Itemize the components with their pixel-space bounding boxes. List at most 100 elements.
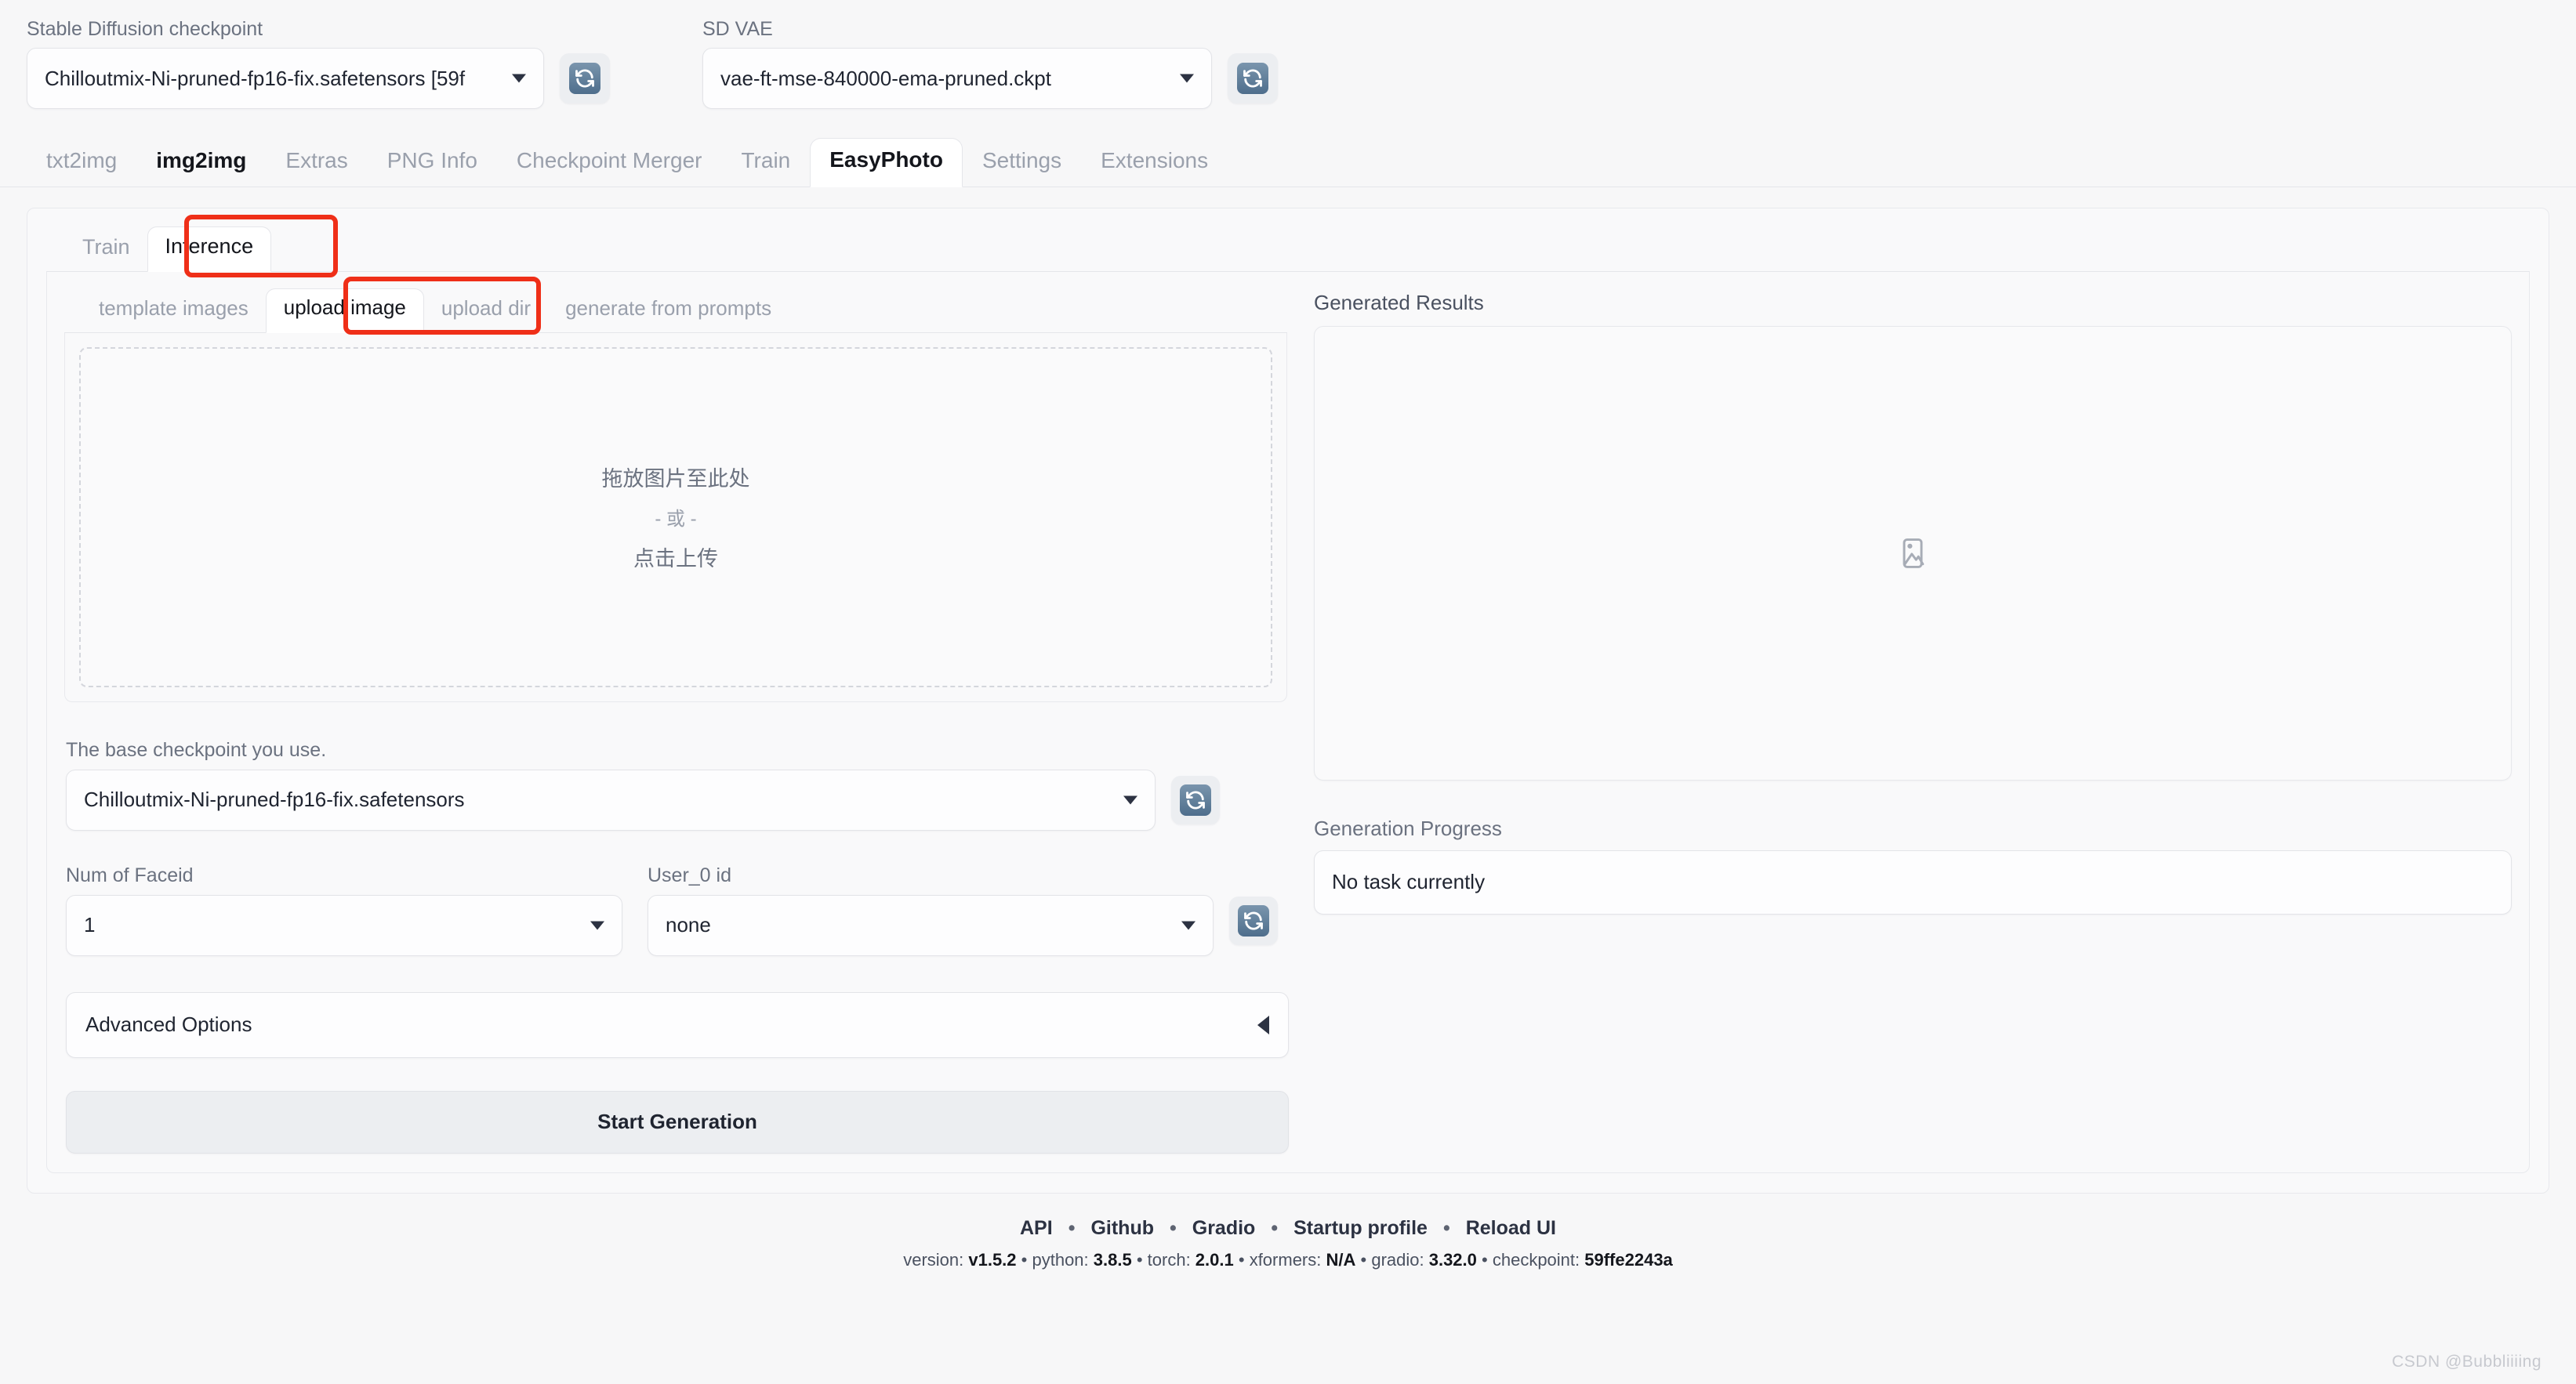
image-dropzone[interactable]: 拖放图片至此处 - 或 - 点击上传 xyxy=(79,346,1272,687)
imgtab-generate-from-prompts[interactable]: generate from prompts xyxy=(548,290,789,333)
generation-progress-value: No task currently xyxy=(1332,870,1486,894)
footer-separator: • xyxy=(1360,1249,1367,1270)
tab-extras[interactable]: Extras xyxy=(266,139,367,187)
footer-link-api[interactable]: API xyxy=(1007,1217,1065,1240)
base-checkpoint-label: The base checkpoint you use. xyxy=(66,738,327,761)
image-placeholder-icon xyxy=(1896,536,1930,571)
footer-links: API • Github • Gradio • Startup profile … xyxy=(0,1217,2576,1240)
gradio-key: gradio: xyxy=(1371,1249,1429,1270)
footer-separator: • xyxy=(1136,1249,1143,1270)
image-source-tab-bar: template images upload image upload dir … xyxy=(64,276,1287,335)
advanced-options-label: Advanced Options xyxy=(85,1013,252,1037)
checkpoint-toolbar: Stable Diffusion checkpoint Chilloutmix-… xyxy=(0,0,2576,109)
num-faceid-label: Num of Faceid xyxy=(66,864,194,886)
watermark: CSDN @Bubbliiiing xyxy=(2392,1353,2542,1371)
faceid-user-row: Num of Faceid 1 User_0 id none xyxy=(66,864,1286,956)
tab-train[interactable]: Train xyxy=(721,139,810,187)
checkpoint-val: 59ffe2243a xyxy=(1584,1249,1673,1270)
base-checkpoint-value: Chilloutmix-Ni-pruned-fp16-fix.safetenso… xyxy=(84,788,465,812)
tab-png-info[interactable]: PNG Info xyxy=(368,139,497,187)
triangle-left-icon xyxy=(1257,1015,1269,1034)
generation-progress-label: Generation Progress xyxy=(1314,816,1502,840)
footer-separator: • xyxy=(1271,1216,1279,1239)
tab-txt2img[interactable]: txt2img xyxy=(27,139,136,187)
footer-link-github[interactable]: Github xyxy=(1078,1217,1166,1240)
easyphoto-sub-tab-bar: Train Inference xyxy=(46,214,2530,277)
sd-checkpoint-value: Chilloutmix-Ni-pruned-fp16-fix.safetenso… xyxy=(45,66,466,90)
inference-form: The base checkpoint you use. Chilloutmix… xyxy=(64,738,1289,1154)
sd-checkpoint-dropdown[interactable]: Chilloutmix-Ni-pruned-fp16-fix.safetenso… xyxy=(27,48,544,109)
footer-link-gradio[interactable]: Gradio xyxy=(1180,1217,1268,1240)
faceid-user-labels-and-fields: Num of Faceid 1 User_0 id none xyxy=(66,864,1286,956)
subtab-train[interactable]: Train xyxy=(65,228,147,272)
chevron-down-icon xyxy=(590,921,604,930)
start-generation-button[interactable]: Start Generation xyxy=(66,1090,1289,1154)
user-id-refresh-button[interactable] xyxy=(1229,896,1278,945)
tab-extensions[interactable]: Extensions xyxy=(1081,139,1228,187)
sd-checkpoint-refresh-button[interactable] xyxy=(560,53,610,103)
version-key: version: xyxy=(903,1249,969,1270)
xformers-key: xformers: xyxy=(1249,1249,1326,1270)
chevron-down-icon xyxy=(1181,921,1195,930)
user-0-id-value: none xyxy=(666,913,711,937)
advanced-options-accordion[interactable]: Advanced Options xyxy=(66,991,1289,1058)
user-0-id-group: User_0 id none xyxy=(648,864,1214,956)
sd-vae-refresh-button[interactable] xyxy=(1228,53,1278,103)
sd-vae-label: SD VAE xyxy=(702,18,773,40)
inference-panel: template images upload image upload dir … xyxy=(46,271,2530,1173)
subtab-inference[interactable]: Inference xyxy=(147,226,272,272)
start-generation-label: Start Generation xyxy=(597,1110,757,1134)
tab-checkpoint-merger[interactable]: Checkpoint Merger xyxy=(497,139,722,187)
refresh-icon xyxy=(1238,904,1269,937)
footer-separator: • xyxy=(1238,1249,1245,1270)
footer-separator: • xyxy=(1169,1216,1177,1239)
chevron-down-icon xyxy=(1180,74,1194,83)
generated-results-title: Generated Results xyxy=(1314,290,1484,314)
footer-separator: • xyxy=(1068,1216,1076,1239)
sd-checkpoint-label: Stable Diffusion checkpoint xyxy=(27,18,263,40)
gradio-val: 3.32.0 xyxy=(1428,1249,1477,1270)
torch-val: 2.0.1 xyxy=(1195,1249,1234,1270)
base-checkpoint-refresh-button[interactable] xyxy=(1171,775,1220,824)
user-0-id-dropdown[interactable]: none xyxy=(648,894,1214,956)
base-checkpoint-controls: Chilloutmix-Ni-pruned-fp16-fix.safetenso… xyxy=(66,769,1286,831)
footer-separator: • xyxy=(1442,1216,1450,1239)
tab-img2img[interactable]: img2img xyxy=(136,139,266,187)
imgtab-upload-image[interactable]: upload image xyxy=(265,288,424,333)
imgtab-upload-dir[interactable]: upload dir xyxy=(424,290,548,333)
footer-link-reload-ui[interactable]: Reload UI xyxy=(1453,1217,1569,1240)
inference-columns: template images upload image upload dir … xyxy=(64,276,2512,1154)
upload-image-container: 拖放图片至此处 - 或 - 点击上传 xyxy=(64,332,1287,702)
dropzone-click-text: 点击上传 xyxy=(633,547,718,571)
torch-key: torch: xyxy=(1147,1249,1195,1270)
sd-checkpoint-group: Stable Diffusion checkpoint Chilloutmix-… xyxy=(27,17,544,109)
generation-progress-textbox[interactable]: No task currently xyxy=(1314,850,2512,915)
num-faceid-group: Num of Faceid 1 xyxy=(66,864,622,956)
inference-right-column: Generated Results Generation Progress No… xyxy=(1314,288,2512,1154)
base-checkpoint-dropdown[interactable]: Chilloutmix-Ni-pruned-fp16-fix.safetenso… xyxy=(66,769,1156,831)
dropzone-primary-text: 拖放图片至此处 xyxy=(601,467,750,491)
footer-link-startup-profile[interactable]: Startup profile xyxy=(1281,1217,1440,1240)
footer: API • Github • Gradio • Startup profile … xyxy=(0,1217,2576,1270)
base-checkpoint-row: The base checkpoint you use. Chilloutmix… xyxy=(66,738,1286,831)
footer-separator: • xyxy=(1021,1249,1028,1270)
tab-settings[interactable]: Settings xyxy=(963,139,1081,187)
python-key: python: xyxy=(1032,1249,1094,1270)
footer-separator: • xyxy=(1482,1249,1488,1270)
tab-easyphoto[interactable]: EasyPhoto xyxy=(810,138,963,187)
chevron-down-icon xyxy=(1123,795,1137,805)
num-faceid-dropdown[interactable]: 1 xyxy=(66,894,622,956)
inference-left-column: template images upload image upload dir … xyxy=(64,276,1289,1154)
footer-version-line: version: v1.5.2 • python: 3.8.5 • torch:… xyxy=(0,1250,2576,1270)
checkpoint-key: checkpoint: xyxy=(1492,1249,1585,1270)
refresh-icon xyxy=(1180,784,1211,816)
sd-vae-dropdown[interactable]: vae-ft-mse-840000-ema-pruned.ckpt xyxy=(702,48,1212,109)
refresh-icon xyxy=(1237,63,1268,94)
dropzone-or-text: - 或 - xyxy=(655,509,697,531)
user-0-id-label: User_0 id xyxy=(648,864,731,886)
generated-results-gallery[interactable] xyxy=(1314,325,2512,781)
num-faceid-value: 1 xyxy=(84,913,96,937)
version-val: v1.5.2 xyxy=(968,1249,1017,1270)
easyphoto-panel: Train Inference template images upload i… xyxy=(27,207,2549,1194)
imgtab-template-images[interactable]: template images xyxy=(82,290,266,333)
